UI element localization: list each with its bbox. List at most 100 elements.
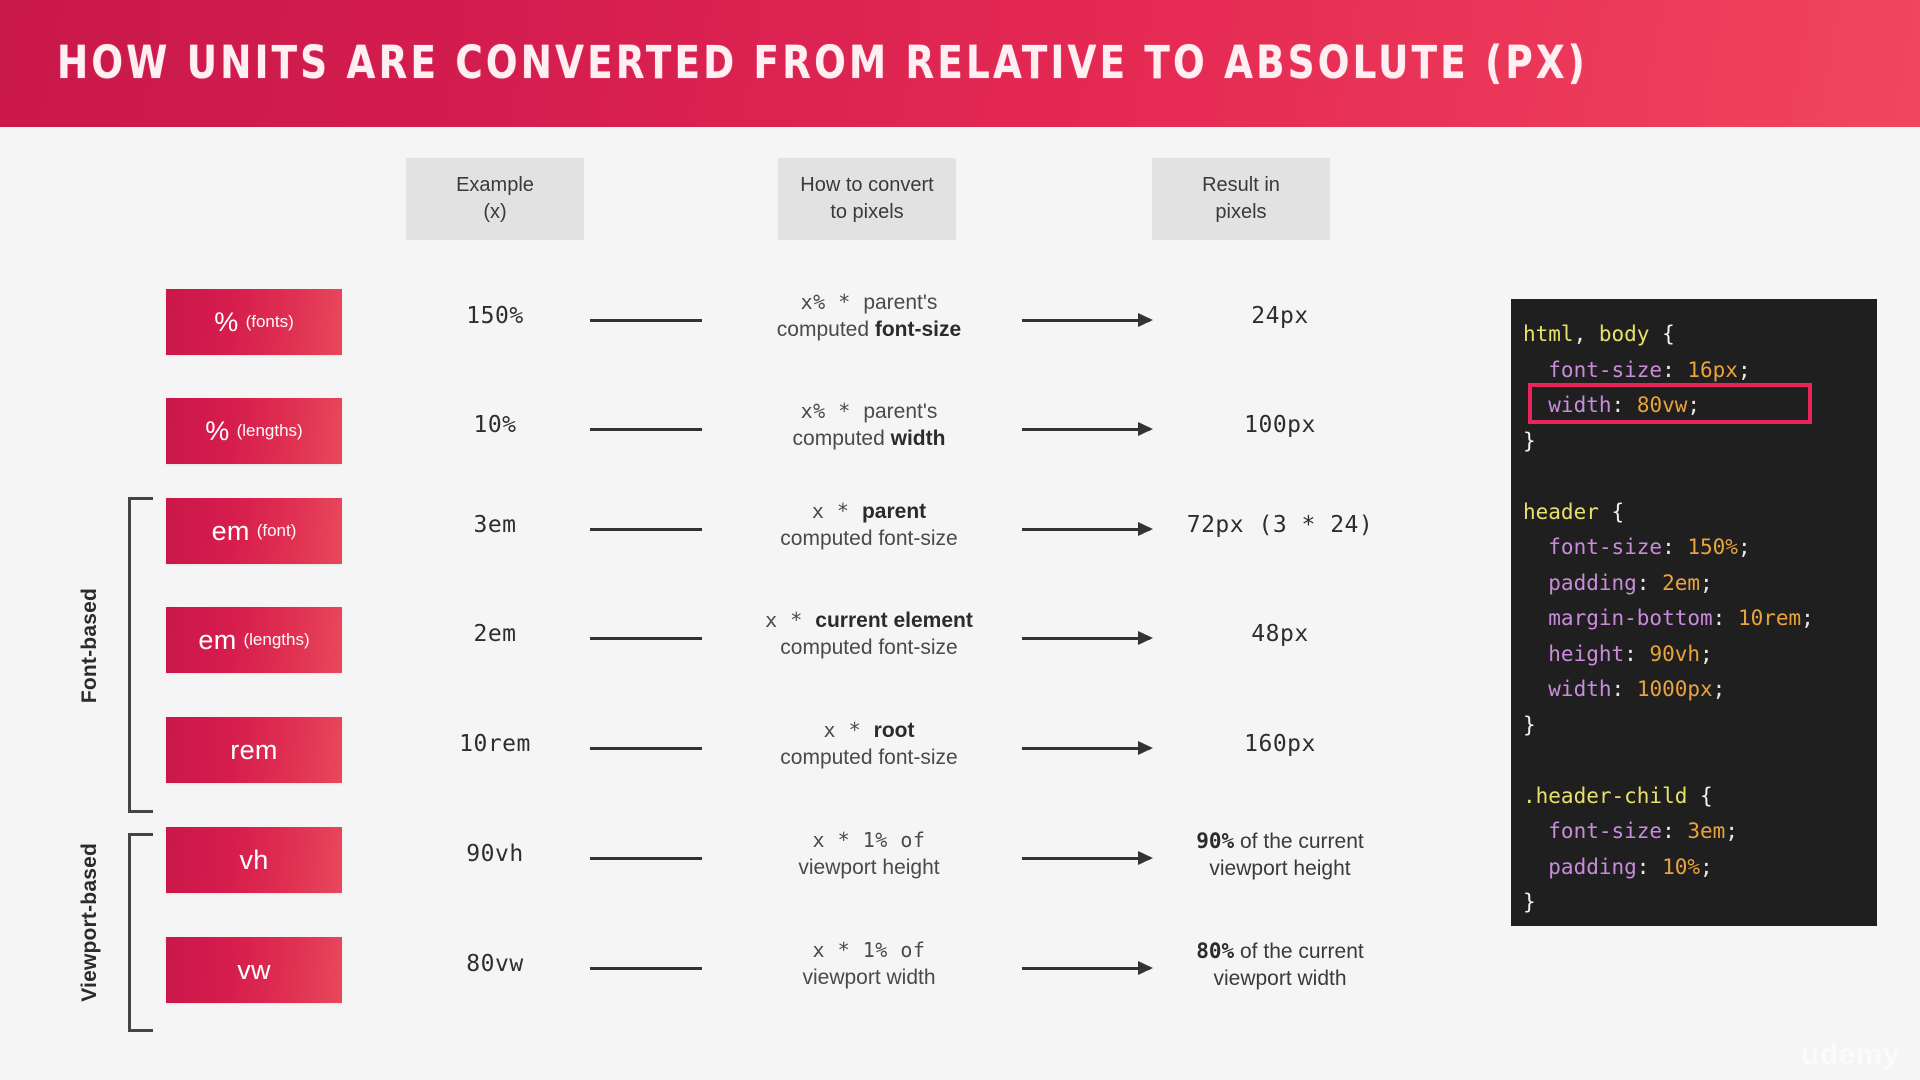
code-line: padding: 10%; [1523, 854, 1713, 879]
unit-pill-name: rem [230, 734, 278, 765]
arrow-icon [1022, 631, 1153, 645]
unit-pill[interactable]: % (lengths) [166, 398, 342, 464]
unit-pill[interactable]: vw [166, 937, 342, 1003]
conversion-formula: x * root computed font-size [710, 718, 1028, 772]
arrow-icon [1022, 522, 1153, 536]
conversion-formula-line1: x * root [823, 718, 915, 742]
conversion-formula-line1: x * 1% of [812, 828, 926, 852]
result-value: 80% of the current viewport width [1150, 938, 1410, 993]
code-line: .header-child { [1523, 783, 1713, 808]
table-row: vw 80vw x * 1% of viewport width 80% of the … [0, 937, 1920, 1023]
unit-pill-name: % [214, 306, 239, 337]
column-header-convert: How to convert to pixels [778, 158, 956, 240]
code-line: } [1523, 890, 1536, 914]
arrow-icon [1022, 741, 1153, 755]
example-value: 80vw [466, 951, 524, 977]
conversion-formula: x% * parent's computed width [710, 399, 1028, 453]
conversion-formula: x% * parent's computed font-size [710, 290, 1028, 344]
unit-pill-qualifier: (lengths) [236, 421, 303, 440]
result-line1: 90% of the current [1196, 829, 1364, 853]
column-header-convert-line2: to pixels [830, 201, 904, 223]
code-line: html, body { [1523, 322, 1675, 346]
conversion-formula-line2: computed width [792, 426, 946, 450]
result-value: 160px [1244, 731, 1316, 757]
conversion-formula: x * 1% of viewport width [710, 938, 1028, 992]
code-line: font-size: 150%; [1523, 535, 1751, 559]
unit-pill[interactable]: em (lengths) [166, 607, 342, 673]
result-line2: viewport height [1209, 856, 1351, 880]
conversion-formula: x * current element computed font-size [710, 608, 1028, 662]
result-line1: 80% of the current [1196, 939, 1364, 963]
header-bar: How units are converted from relative to… [0, 0, 1920, 127]
conversion-formula-line2: computed font-size [780, 526, 958, 550]
connector-line [590, 528, 702, 531]
code-line: } [1523, 428, 1536, 453]
column-header-example-line2: (x) [483, 201, 507, 223]
unit-pill-name: vw [237, 954, 271, 985]
unit-pill-qualifier: (fonts) [245, 312, 294, 331]
column-header-result-line1: Result in [1202, 174, 1280, 196]
code-line: width: 1000px; [1523, 677, 1726, 701]
udemy-watermark: udemy [1800, 1038, 1900, 1071]
conversion-formula: x * parent computed font-size [710, 499, 1028, 553]
conversion-formula-line2: computed font-size [776, 317, 962, 341]
result-value: 48px [1251, 621, 1309, 647]
column-header-result-line2: pixels [1215, 201, 1267, 223]
conversion-formula-line2: computed font-size [780, 635, 958, 659]
result-value: 90% of the current viewport height [1150, 828, 1410, 883]
column-header-convert-line1: How to convert [800, 174, 934, 196]
example-value: 10rem [459, 731, 531, 757]
example-value: 150% [466, 303, 524, 329]
arrow-icon [1022, 422, 1153, 436]
example-value: 3em [473, 512, 517, 538]
example-value: 10% [473, 412, 517, 438]
connector-line [590, 857, 702, 860]
column-header-result: Result in pixels [1152, 158, 1330, 240]
connector-line [590, 967, 702, 970]
conversion-formula-line2: computed font-size [780, 745, 958, 769]
code-line: height: 90vh; [1523, 641, 1713, 666]
code-line: font-size: 3em; [1523, 819, 1738, 843]
code-line: width: 80vw; [1523, 393, 1701, 417]
conversion-formula-line2: viewport width [802, 965, 936, 989]
example-value: 90vh [466, 841, 524, 867]
unit-pill[interactable]: % (fonts) [166, 289, 342, 355]
unit-pill-name: em [198, 624, 237, 655]
connector-line [590, 747, 702, 750]
result-value: 100px [1244, 412, 1316, 438]
conversion-formula-line1: x% * parent's [800, 399, 938, 423]
conversion-formula-line1: x * parent [811, 499, 927, 523]
conversion-formula-line2: viewport height [798, 855, 940, 879]
result-value: 72px (3 * 24) [1186, 512, 1374, 538]
unit-pill-name: vh [239, 844, 269, 875]
connector-line [590, 319, 702, 322]
code-line: header { [1523, 499, 1625, 524]
unit-pill[interactable]: em (font) [166, 498, 342, 564]
column-header-example: Example (x) [406, 158, 584, 240]
code-line: padding: 2em; [1523, 570, 1713, 595]
page-title: How units are converted from relative to… [57, 36, 1589, 89]
unit-pill[interactable]: rem [166, 717, 342, 783]
unit-pill-name: % [205, 415, 230, 446]
unit-pill-name: em [211, 515, 250, 546]
connector-line [590, 637, 702, 640]
conversion-formula: x * 1% of viewport height [710, 828, 1028, 882]
result-value: 24px [1251, 303, 1309, 329]
unit-pill-qualifier: (font) [256, 521, 297, 540]
code-line: } [1523, 712, 1536, 737]
conversion-formula-line1: x% * parent's [800, 290, 938, 314]
arrow-icon [1022, 851, 1153, 865]
connector-line [590, 428, 702, 431]
code-line: margin-bottom: 10rem; [1523, 606, 1814, 630]
arrow-icon [1022, 313, 1153, 327]
unit-pill-qualifier: (lengths) [243, 630, 310, 649]
unit-pill[interactable]: vh [166, 827, 342, 893]
arrow-icon [1022, 961, 1153, 975]
conversion-formula-line1: x * current element [765, 608, 973, 632]
result-line2: viewport width [1213, 966, 1347, 990]
conversion-formula-line1: x * 1% of [812, 938, 926, 962]
example-value: 2em [473, 621, 517, 647]
code-sample-panel: html, body { font-size: 16px; width: 80v… [1511, 299, 1877, 926]
